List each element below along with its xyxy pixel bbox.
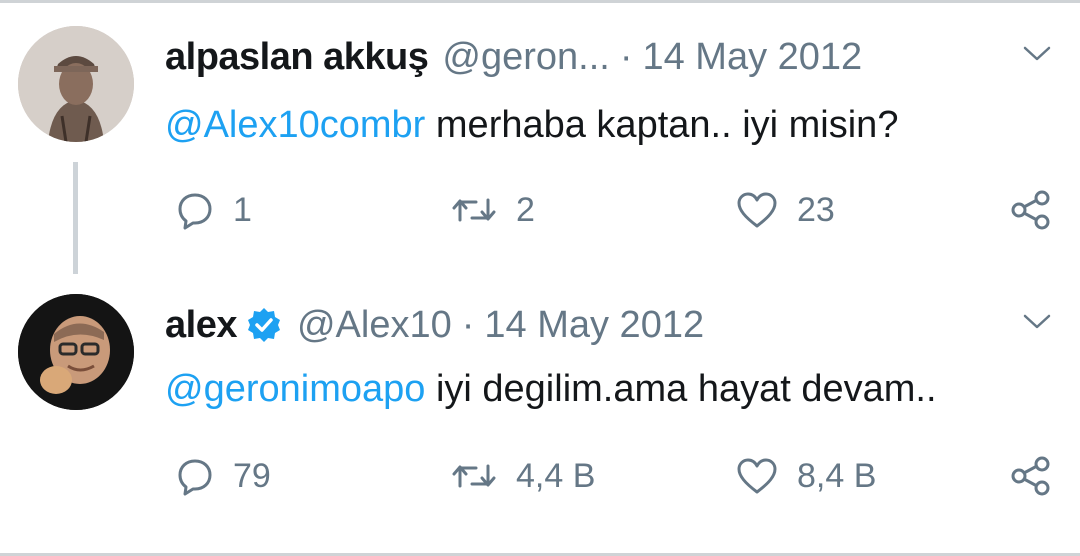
reply-button[interactable]: 1 <box>175 180 252 240</box>
retweet-icon <box>452 198 496 222</box>
avatar-image <box>18 26 134 142</box>
mention-link[interactable]: @geronimoapo <box>165 368 425 410</box>
retweet-icon <box>452 464 496 488</box>
tweet-actions: 1 2 23 <box>165 180 1065 240</box>
avatar-image <box>18 294 134 410</box>
username-handle[interactable]: @geron... <box>442 36 609 79</box>
tweet-1[interactable]: alpaslan akkuş @geron... · 14 May 2012 @… <box>0 0 1080 282</box>
avatar[interactable] <box>18 26 134 142</box>
like-button[interactable]: 8,4 B <box>735 446 876 506</box>
share-button[interactable] <box>1010 180 1052 240</box>
retweet-button[interactable]: 2 <box>450 180 535 240</box>
like-button[interactable]: 23 <box>735 180 835 240</box>
tweet-date[interactable]: 14 May 2012 <box>484 304 704 347</box>
tweet-text: @geronimoapo iyi degilim.ama hayat devam… <box>165 368 937 411</box>
tweet-date[interactable]: 14 May 2012 <box>642 36 862 79</box>
share-button[interactable] <box>1010 446 1052 506</box>
reply-icon <box>178 459 212 496</box>
avatar[interactable] <box>18 294 134 410</box>
display-name[interactable]: alex <box>165 304 237 347</box>
reply-count: 79 <box>233 456 271 495</box>
tweet-header: alex @Alex10 · 14 May 2012 <box>165 300 704 350</box>
tweet-body: merhaba kaptan.. iyi misin? <box>425 104 899 146</box>
chevron-down-icon[interactable] <box>1022 312 1052 332</box>
separator-dot: · <box>619 35 633 78</box>
mention-link[interactable]: @Alex10combr <box>165 104 425 146</box>
retweet-count: 4,4 B <box>516 456 596 495</box>
tweet-body: iyi degilim.ama hayat devam.. <box>425 368 937 410</box>
display-name[interactable]: alpaslan akkuş <box>165 36 429 79</box>
heart-icon <box>737 458 777 494</box>
reply-icon <box>178 193 212 230</box>
verified-badge-icon <box>247 308 280 342</box>
chevron-down-icon[interactable] <box>1022 44 1052 64</box>
like-count: 23 <box>797 190 835 229</box>
share-icon <box>1011 190 1050 230</box>
like-count: 8,4 B <box>797 456 877 495</box>
tweet-actions: 79 4,4 B 8,4 B <box>165 446 1065 506</box>
separator-dot: · <box>461 303 475 346</box>
tweet-text: @Alex10combr merhaba kaptan.. iyi misin? <box>165 104 898 147</box>
tweet-2[interactable]: alex @Alex10 · 14 May 2012 @geronimoapo … <box>0 282 1080 556</box>
retweet-button[interactable]: 4,4 B <box>450 446 595 506</box>
heart-icon <box>737 192 777 228</box>
share-icon <box>1011 456 1050 496</box>
thread-connector-line <box>73 162 78 274</box>
reply-count: 1 <box>233 190 252 229</box>
retweet-count: 2 <box>516 190 535 229</box>
username-handle[interactable]: @Alex10 <box>297 304 452 347</box>
tweet-header: alpaslan akkuş @geron... · 14 May 2012 <box>165 32 862 82</box>
reply-button[interactable]: 79 <box>175 446 271 506</box>
